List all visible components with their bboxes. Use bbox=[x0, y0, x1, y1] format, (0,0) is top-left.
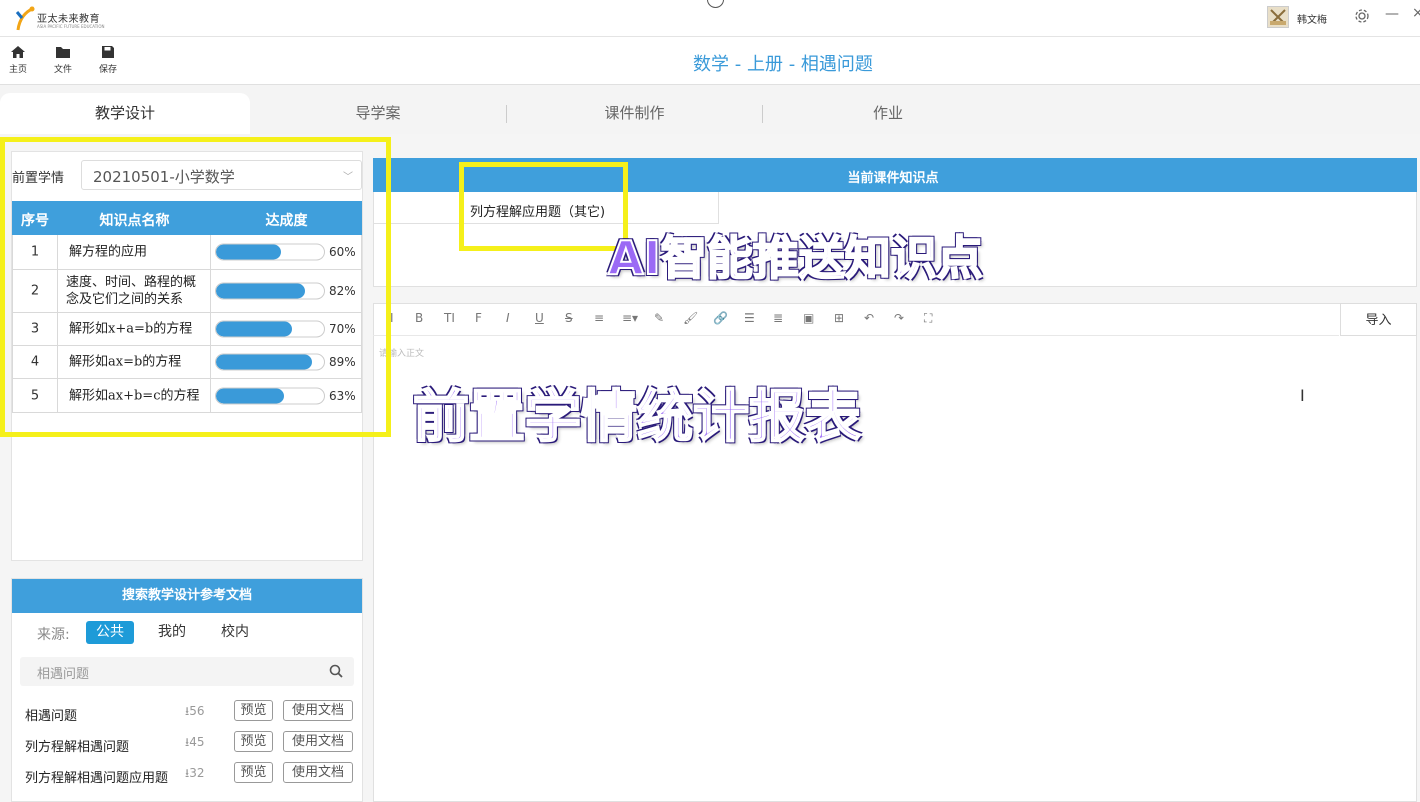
toolbar: 主页 文件 保存 数学 - 上册 - 相遇问题 bbox=[0, 37, 1420, 85]
redo-icon[interactable]: ↷ bbox=[894, 311, 904, 325]
doc-name[interactable]: 列方程解相遇问题应用题 bbox=[25, 767, 168, 786]
highlight-brush-icon[interactable]: 🖌 bbox=[683, 311, 698, 325]
doc-name[interactable]: 列方程解相遇问题 bbox=[25, 736, 129, 755]
editor-toolbar bbox=[373, 303, 1339, 336]
logo-text: 亚太未来教育 bbox=[37, 14, 100, 25]
circle-icon bbox=[707, 0, 724, 8]
strikethrough-icon[interactable]: S bbox=[565, 311, 573, 325]
tab-bar: 教学设计 导学案 课件制作 作业 bbox=[0, 85, 1420, 134]
underline-icon[interactable]: U bbox=[535, 311, 544, 325]
logo-icon bbox=[15, 6, 35, 31]
table-icon[interactable]: ⊞ bbox=[834, 311, 844, 325]
user-name[interactable]: 韩文梅 bbox=[1297, 11, 1327, 26]
use-document-button[interactable]: 使用文档 bbox=[283, 700, 353, 721]
use-document-button[interactable]: 使用文档 bbox=[283, 762, 353, 783]
title-bar: 亚太未来教育 ASIA PACIFIC FUTURE EDUCATION 韩文梅… bbox=[0, 0, 1420, 37]
font-tool-icon[interactable]: F bbox=[475, 311, 482, 325]
bold-tool-icon[interactable]: B bbox=[415, 311, 423, 325]
search-panel-header: 搜索教学设计参考文档 bbox=[12, 579, 362, 613]
minimize-icon[interactable]: — bbox=[1385, 6, 1399, 22]
use-document-button[interactable]: 使用文档 bbox=[283, 731, 353, 752]
text-cursor-icon: I bbox=[1300, 386, 1305, 405]
highlight-box-knowledge bbox=[459, 162, 628, 251]
source-school-button[interactable]: 校内 bbox=[213, 621, 257, 644]
search-input[interactable]: 相遇问题 bbox=[20, 657, 354, 686]
download-count: ⭳32 bbox=[185, 766, 205, 780]
overlay-report-caption: 前置学情统计报表 bbox=[412, 384, 862, 451]
close-icon[interactable]: × bbox=[1412, 5, 1420, 21]
source-label: 来源: bbox=[37, 627, 70, 643]
divider bbox=[718, 192, 719, 224]
line-height-icon[interactable]: ≡▾ bbox=[622, 311, 638, 325]
italic-icon[interactable]: I bbox=[506, 311, 510, 325]
overlay-ai-caption: AI智能推送知识点 bbox=[607, 230, 984, 286]
source-public-button[interactable]: 公共 bbox=[86, 621, 134, 644]
fullscreen-icon[interactable]: ⛶ bbox=[924, 311, 932, 326]
search-icon[interactable] bbox=[329, 664, 343, 678]
logo-subtext: ASIA PACIFIC FUTURE EDUCATION bbox=[37, 24, 105, 29]
avatar-icon bbox=[1270, 9, 1286, 25]
indent-icon[interactable]: ≡ bbox=[594, 311, 604, 325]
preview-button[interactable]: 预览 bbox=[234, 731, 273, 752]
gear-icon[interactable] bbox=[1354, 8, 1370, 28]
link-icon[interactable]: 🔗 bbox=[713, 311, 728, 325]
font-color-icon[interactable]: ✎ bbox=[654, 311, 664, 325]
doc-name[interactable]: 相遇问题 bbox=[25, 705, 77, 724]
align-icon[interactable]: ≣ bbox=[773, 311, 783, 325]
undo-icon[interactable]: ↶ bbox=[864, 311, 874, 325]
page-title: 数学 - 上册 - 相遇问题 bbox=[693, 54, 873, 75]
search-placeholder: 相遇问题 bbox=[37, 667, 90, 682]
preview-button[interactable]: 预览 bbox=[234, 700, 273, 721]
download-count: ⭳45 bbox=[185, 735, 205, 749]
tab-homework[interactable]: 作业 bbox=[763, 93, 1013, 134]
highlight-box-report bbox=[0, 137, 391, 437]
list-item: 相遇问题 ⭳56 预览 使用文档 bbox=[25, 700, 355, 724]
list-item: 列方程解相遇问题 ⭳45 预览 使用文档 bbox=[25, 731, 355, 755]
preview-button[interactable]: 预览 bbox=[234, 762, 273, 783]
tab-courseware[interactable]: 课件制作 bbox=[507, 93, 762, 134]
avatar[interactable] bbox=[1267, 6, 1289, 28]
list-icon[interactable]: ☰ bbox=[744, 311, 755, 325]
list-item: 列方程解相遇问题应用题 ⭳32 预览 使用文档 bbox=[25, 762, 355, 786]
tab-teaching-design[interactable]: 教学设计 bbox=[0, 93, 250, 134]
download-count: ⭳56 bbox=[185, 704, 205, 718]
tab-study-guide[interactable]: 导学案 bbox=[250, 93, 506, 134]
source-mine-button[interactable]: 我的 bbox=[150, 621, 194, 644]
heading-tool-icon[interactable]: TI bbox=[444, 311, 455, 325]
image-icon[interactable]: ▣ bbox=[803, 311, 814, 325]
import-button[interactable]: 导入 bbox=[1340, 303, 1417, 336]
